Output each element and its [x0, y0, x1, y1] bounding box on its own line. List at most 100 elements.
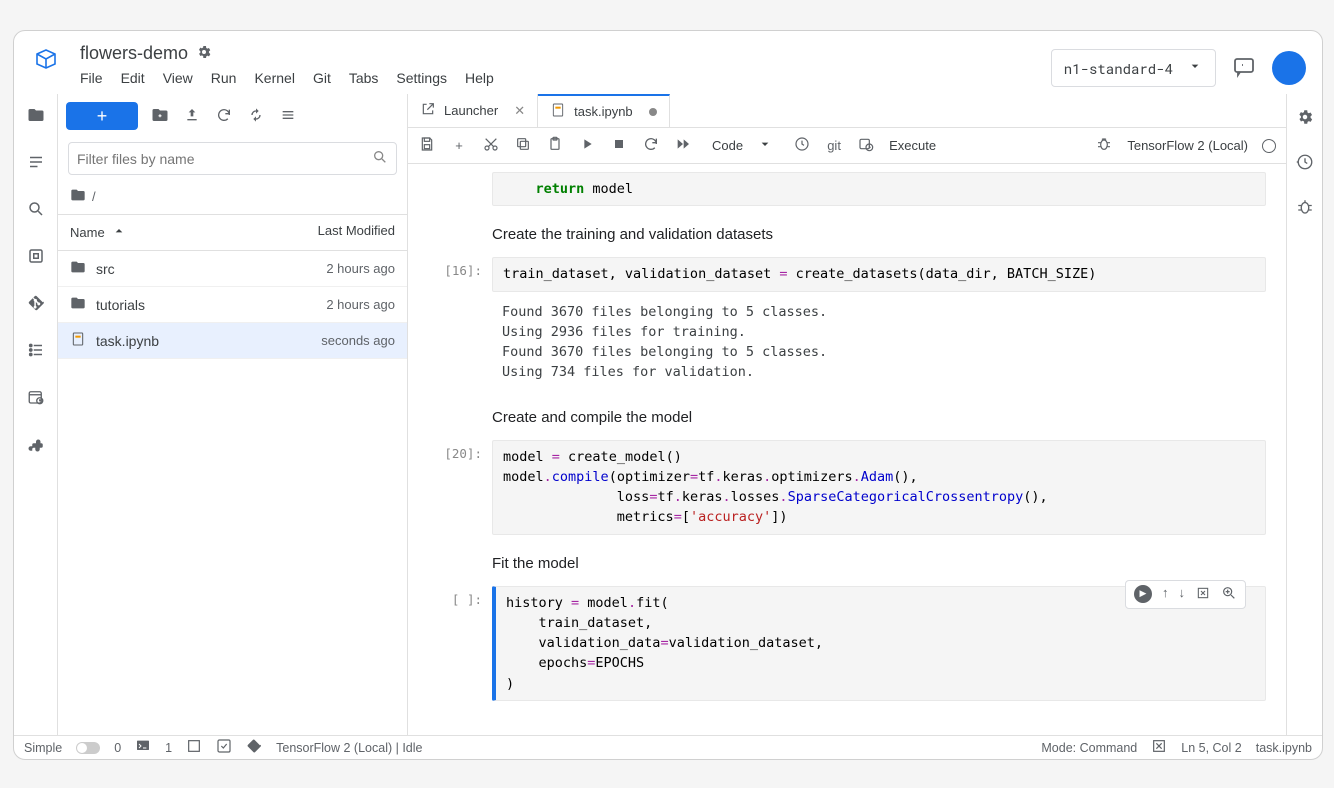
comments-icon[interactable] [1232, 55, 1256, 82]
simple-mode-label[interactable]: Simple [24, 741, 62, 755]
run-cell-icon[interactable]: ▶ [1134, 585, 1152, 603]
file-modified: seconds ago [321, 333, 395, 348]
git-text-button[interactable]: git [825, 138, 843, 153]
run-all-icon[interactable] [674, 136, 692, 155]
execute-button[interactable]: Execute [889, 138, 936, 153]
status-count-0[interactable]: 0 [114, 741, 121, 755]
kernel-name[interactable]: TensorFlow 2 (Local) [1127, 138, 1248, 153]
view-list-icon[interactable] [278, 107, 298, 126]
column-header-modified[interactable]: Last Modified [275, 223, 395, 242]
user-avatar[interactable] [1272, 51, 1306, 85]
menu-item-file[interactable]: File [80, 70, 103, 86]
save-icon[interactable] [418, 136, 436, 155]
upload-icon[interactable] [182, 107, 202, 126]
history-icon[interactable] [1296, 153, 1314, 174]
run-icon[interactable] [578, 136, 596, 155]
machine-type-select[interactable]: n1-standard-4 [1051, 49, 1216, 87]
menu-item-view[interactable]: View [163, 70, 193, 86]
clock-icon[interactable] [793, 136, 811, 155]
refresh-icon[interactable] [214, 107, 234, 126]
add-cell-icon[interactable]: + [450, 138, 468, 153]
code-input[interactable]: model = create_model() model.compile(opt… [492, 440, 1266, 535]
running-icon[interactable] [27, 247, 45, 268]
move-up-icon[interactable]: ↑ [1162, 585, 1169, 604]
check-icon[interactable] [216, 738, 232, 757]
folder-icon[interactable] [27, 106, 45, 127]
kernel-status-text[interactable]: TensorFlow 2 (Local) | Idle [276, 741, 422, 755]
notebook-trust-icon[interactable] [1151, 738, 1167, 757]
settings-gear-icon[interactable] [1296, 108, 1314, 129]
status-count-1[interactable]: 1 [165, 741, 172, 755]
close-icon[interactable]: ✕ [514, 103, 525, 119]
copy-icon[interactable] [514, 136, 532, 155]
box-icon[interactable] [186, 738, 202, 757]
code-input[interactable]: return model [492, 172, 1266, 206]
status-bar: Simple 0 1 TensorFlow 2 (Local) | Idle M… [14, 735, 1322, 759]
cell-prompt: [ ]: [412, 586, 492, 701]
toc-icon[interactable] [27, 153, 45, 174]
menu-item-kernel[interactable]: Kernel [254, 70, 294, 86]
restart-icon[interactable] [642, 136, 660, 155]
file-row[interactable]: task.ipynbseconds ago [58, 323, 407, 359]
cell-type-select[interactable]: Code [706, 134, 779, 157]
markdown-cell[interactable]: Fit the model [412, 539, 1266, 582]
cell-prompt [412, 172, 492, 206]
notebook-area: Launcher✕task.ipynb + Code git Execute [408, 94, 1286, 735]
menu-item-run[interactable]: Run [211, 70, 237, 86]
extensions-icon[interactable] [27, 435, 45, 456]
cell-action-toolbar: ▶ ↑ ↓ [1125, 580, 1246, 609]
search-icon[interactable] [27, 200, 45, 221]
menu-item-edit[interactable]: Edit [121, 70, 145, 86]
status-filename: task.ipynb [1256, 741, 1312, 755]
file-row[interactable]: tutorials2 hours ago [58, 287, 407, 323]
cell-prompt: [16]: [412, 257, 492, 291]
debug-icon[interactable] [1095, 136, 1113, 155]
git-icon[interactable] [27, 294, 45, 315]
stop-icon[interactable] [610, 136, 628, 155]
folder-icon [70, 295, 88, 314]
file-breadcrumb[interactable]: / [58, 179, 407, 215]
terminal-icon[interactable] [135, 738, 151, 757]
file-browser: + / Name Last Modified [58, 94, 408, 735]
file-modified: 2 hours ago [326, 261, 395, 276]
simple-mode-toggle[interactable] [76, 742, 100, 754]
column-header-name[interactable]: Name [70, 223, 275, 242]
execute-clock-icon[interactable] [857, 136, 875, 155]
cursor-position: Ln 5, Col 2 [1181, 741, 1241, 755]
tab-task-ipynb[interactable]: task.ipynb [538, 94, 670, 127]
delete-cell-icon[interactable] [1195, 585, 1211, 604]
menu-item-tabs[interactable]: Tabs [349, 70, 379, 86]
output-cell: Found 3670 files belonging to 5 classes.… [412, 296, 1266, 389]
notebook-content[interactable]: return model Create the training and vali… [408, 164, 1286, 735]
folder-icon [70, 259, 88, 278]
bug-icon[interactable] [1296, 198, 1314, 219]
markdown-text: Create and compile the model [492, 393, 1266, 436]
code-input[interactable]: train_dataset, validation_dataset = crea… [492, 257, 1266, 291]
notebook-file-icon [70, 331, 88, 350]
file-filter-input[interactable] [77, 151, 372, 167]
file-name: src [96, 261, 326, 277]
notebook-toolbar: + Code git Execute TensorFlow 2 (Local [408, 128, 1286, 164]
file-row[interactable]: src2 hours ago [58, 251, 407, 287]
menu-item-settings[interactable]: Settings [396, 70, 447, 86]
menu-item-help[interactable]: Help [465, 70, 494, 86]
git-status-icon[interactable] [246, 738, 262, 757]
cut-icon[interactable] [482, 136, 500, 155]
list-icon[interactable] [27, 341, 45, 362]
code-cell[interactable]: [20]:model = create_model() model.compil… [412, 440, 1266, 535]
file-filter[interactable] [68, 142, 397, 175]
new-launcher-button[interactable]: + [66, 102, 138, 130]
markdown-cell[interactable]: Create the training and validation datas… [412, 210, 1266, 253]
paste-icon[interactable] [546, 136, 564, 155]
project-settings-icon[interactable] [196, 44, 212, 63]
code-cell[interactable]: [16]:train_dataset, validation_dataset =… [412, 257, 1266, 291]
zoom-cell-icon[interactable] [1221, 585, 1237, 604]
markdown-cell[interactable]: Create and compile the model [412, 393, 1266, 436]
git-sync-icon[interactable] [246, 107, 266, 126]
schedule-icon[interactable] [27, 388, 45, 409]
new-folder-icon[interactable] [150, 106, 170, 127]
menu-item-git[interactable]: Git [313, 70, 331, 86]
code-cell[interactable]: return model [412, 172, 1266, 206]
move-down-icon[interactable]: ↓ [1179, 585, 1186, 604]
tab-launcher[interactable]: Launcher✕ [408, 94, 538, 127]
